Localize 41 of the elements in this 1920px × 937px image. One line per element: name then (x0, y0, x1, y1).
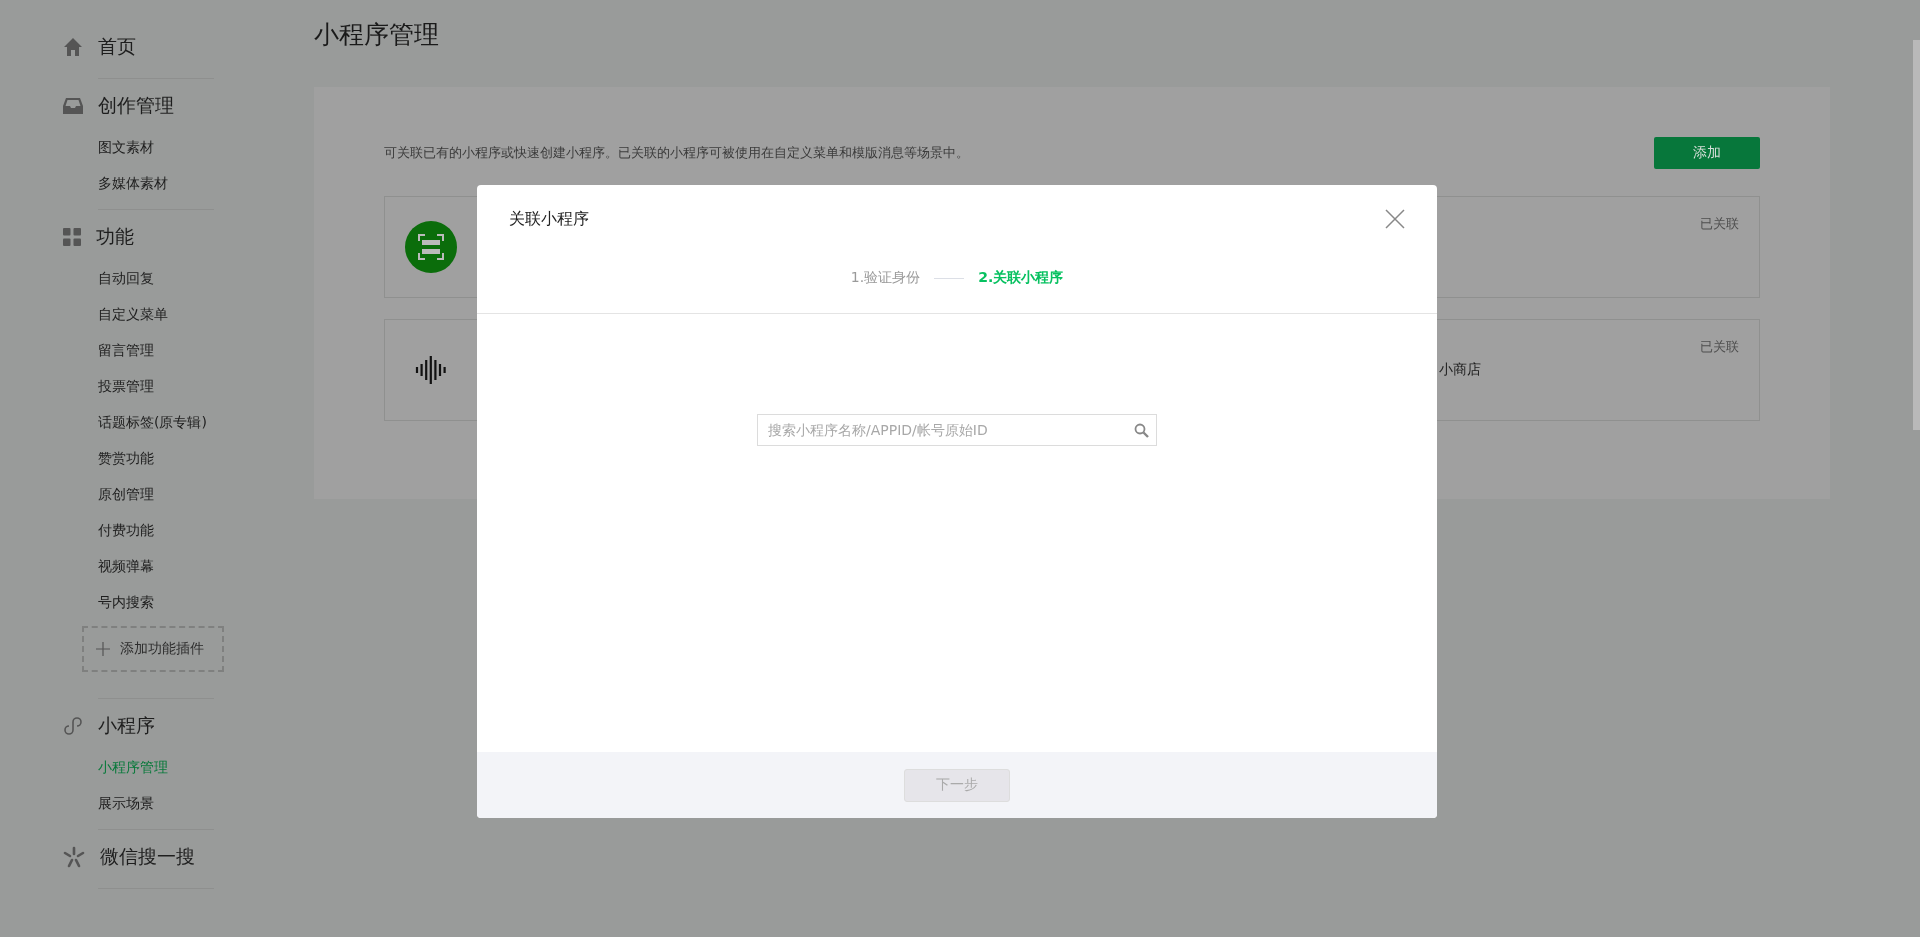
sidebar-item[interactable]: 多媒体素材 (98, 165, 214, 201)
page-title: 小程序管理 (314, 19, 440, 51)
plus-icon (96, 642, 110, 656)
dialog-title: 关联小程序 (509, 208, 589, 230)
status-text: 已关联 (1700, 338, 1739, 356)
description-text: 可关联已有的小程序或快速创建小程序。已关联的小程序可被使用在自定义菜单和模版消息等场景中。 (384, 144, 969, 162)
sidebar-item[interactable]: 自动回复 (98, 260, 214, 296)
link-icon (63, 716, 83, 736)
scan-icon (405, 221, 457, 273)
inbox-icon (63, 97, 83, 115)
sidebar-section-title[interactable]: 微信搜一搜 (100, 844, 195, 870)
step-label: 1.验证身份 (850, 269, 921, 287)
scrollbar[interactable] (1913, 40, 1920, 430)
add-button[interactable]: 添加 (1654, 137, 1760, 169)
search-field[interactable]: 搜索小程序名称/APPID/帐号原始ID (757, 414, 1157, 446)
sidebar-item[interactable]: 原创管理 (98, 476, 214, 512)
card-text: 小商店 (1439, 361, 1481, 379)
status-text: 已关联 (1700, 215, 1739, 233)
sidebar-item[interactable]: 付费功能 (98, 512, 214, 548)
search-icon (1134, 423, 1149, 438)
sidebar-item[interactable]: 投票管理 (98, 368, 214, 404)
sidebar-item[interactable]: 自定义菜单 (98, 296, 214, 332)
sidebar-item[interactable]: 号内搜索 (98, 584, 214, 620)
sidebar-section-title[interactable]: 创作管理 (98, 93, 174, 119)
sidebar-item[interactable]: 视频弹幕 (98, 548, 214, 584)
sidebar-item[interactable]: 赞赏功能 (98, 440, 214, 476)
waveform-icon (413, 354, 449, 386)
close-button[interactable] (1383, 207, 1407, 231)
add-plugin-button[interactable]: 添加功能插件 (82, 626, 224, 672)
sparkle-icon (63, 846, 85, 868)
sidebar-section-title[interactable]: 小程序 (98, 713, 155, 739)
sidebar-item[interactable]: 话题标签(原专辑) (98, 404, 214, 440)
grid-icon (63, 228, 81, 246)
sidebar-item[interactable]: 留言管理 (98, 332, 214, 368)
sidebar-section-title[interactable]: 首页 (98, 34, 136, 60)
sidebar-item[interactable]: 图文素材 (98, 129, 214, 165)
close-icon (1383, 207, 1407, 231)
sidebar-item[interactable]: 展示场景 (98, 785, 214, 821)
home-icon (63, 37, 83, 57)
sidebar-section-title[interactable]: 功能 (96, 224, 134, 250)
step-label: 2.关联小程序 (978, 269, 1064, 287)
